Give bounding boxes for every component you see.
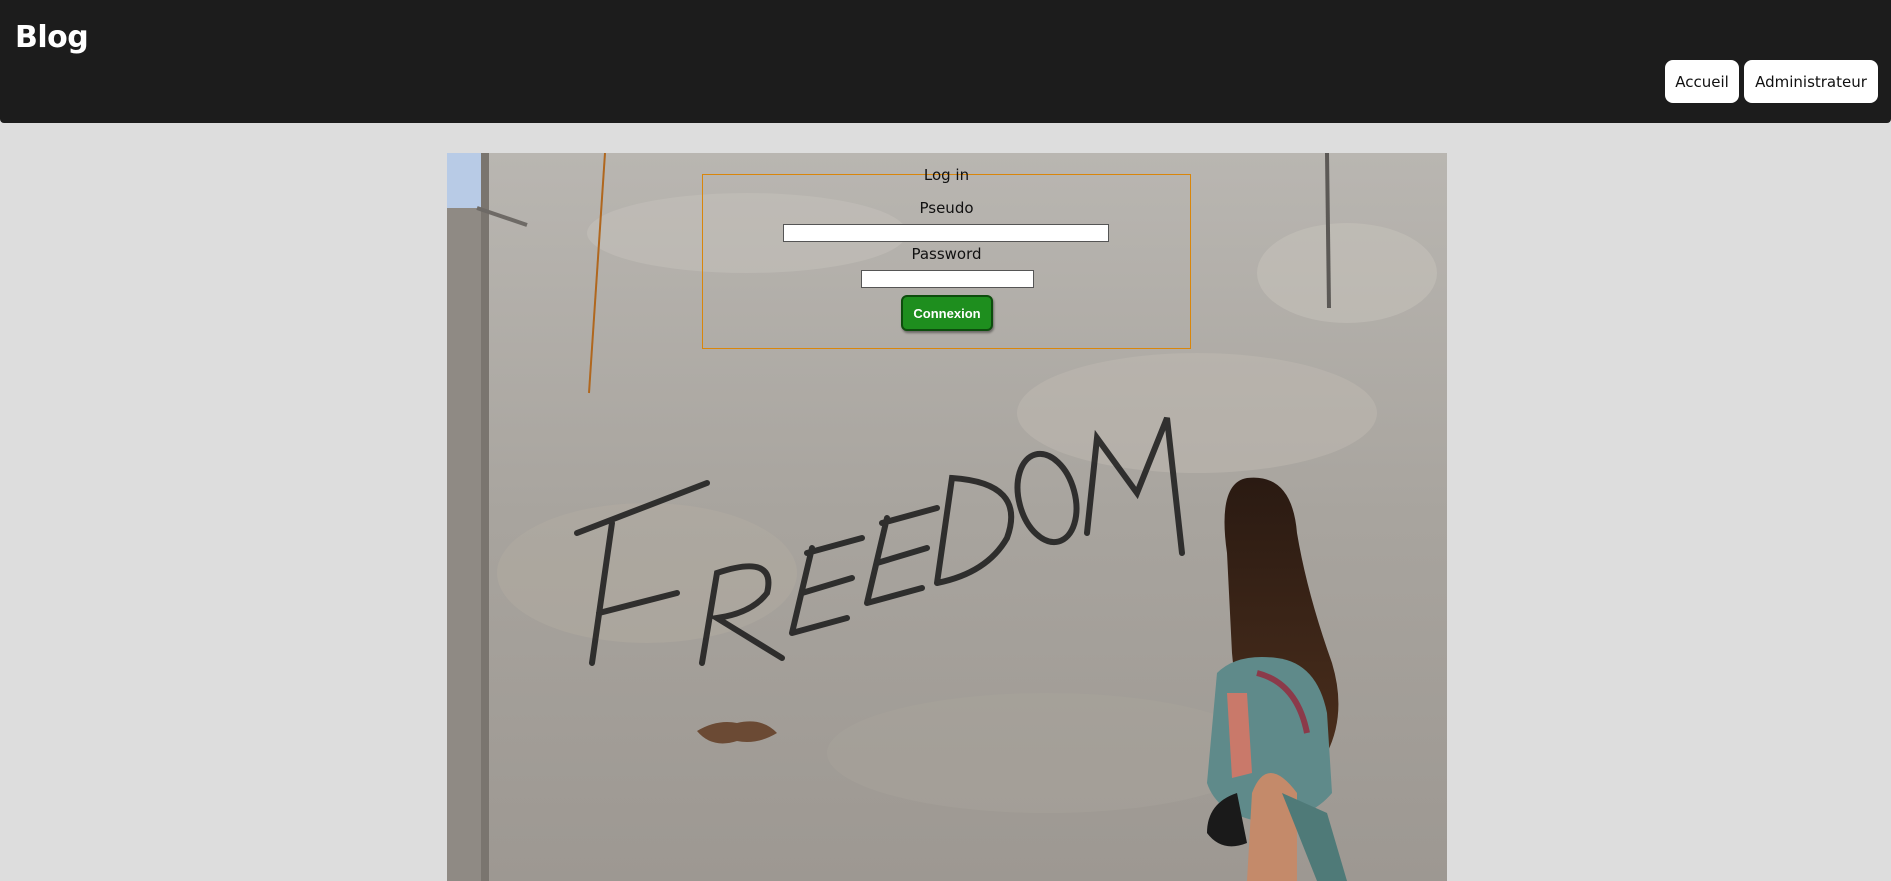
pseudo-input[interactable]: [783, 224, 1109, 242]
login-legend: Log in: [703, 166, 1190, 184]
site-header: Blog Accueil Administrateur: [0, 0, 1891, 123]
password-input[interactable]: [861, 270, 1034, 288]
nav-accueil-button[interactable]: Accueil: [1665, 60, 1739, 103]
login-legend-text: Log in: [923, 166, 970, 184]
connexion-button[interactable]: Connexion: [901, 295, 993, 331]
site-brand[interactable]: Blog: [15, 20, 89, 55]
pseudo-label: Pseudo: [919, 199, 974, 217]
nav-administrateur-button[interactable]: Administrateur: [1744, 60, 1878, 103]
login-form: Log in Pseudo Password Connexion: [702, 166, 1191, 349]
password-label: Password: [911, 245, 982, 263]
